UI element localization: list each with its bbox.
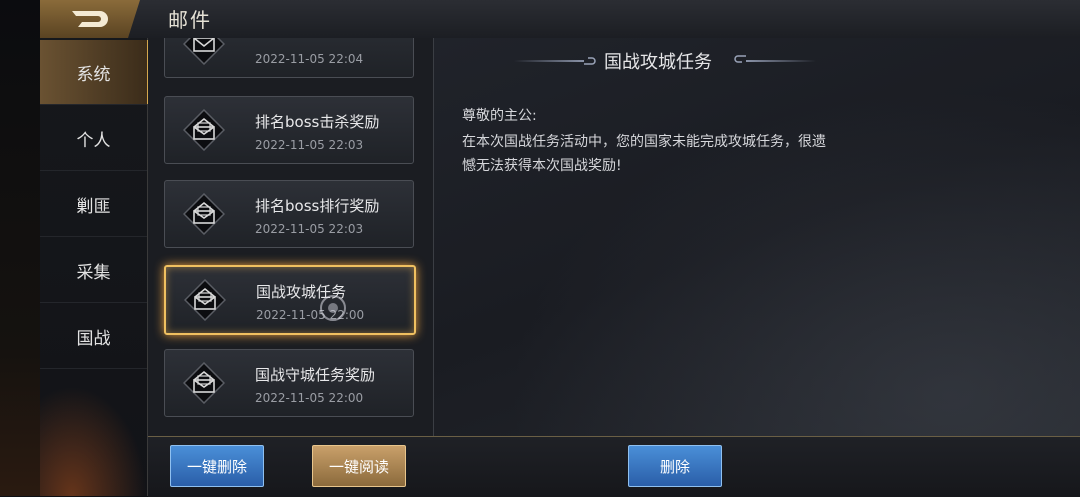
mail-date: 2022-11-05 22:03: [255, 138, 364, 152]
fire-glow-decoration: [40, 386, 147, 496]
sidebar-item-label: 系统: [76, 64, 111, 85]
mail-title: 排名boss击杀奖励: [255, 113, 380, 131]
mail-date: 2022-11-05 22:00: [255, 391, 364, 405]
mail-list[interactable]: 2022-11-05 22:04 排名boss击杀奖励 2022-11-05 2…: [148, 38, 434, 436]
sidebar-item-label: 采集: [76, 262, 111, 283]
envelope-icon: [183, 38, 225, 65]
cloud-scroll-icon: [584, 57, 596, 65]
mail-greeting: 尊敬的主公:: [462, 108, 537, 124]
open-envelope-icon: [183, 109, 225, 151]
mail-item[interactable]: 2022-11-05 22:04: [164, 38, 414, 78]
sidebar-item-gather[interactable]: 采集: [40, 238, 147, 303]
delete-button[interactable]: 删除: [628, 445, 722, 487]
mail-date: 2022-11-05 22:03: [255, 222, 364, 236]
sidebar-item-label: 国战: [76, 328, 111, 349]
title-divider-right: [746, 60, 816, 62]
page-title: 邮件: [168, 8, 212, 32]
delete-all-button[interactable]: 一键删除: [170, 445, 264, 487]
sidebar-item-nationwar[interactable]: 国战: [40, 304, 147, 369]
sidebar-item-personal[interactable]: 个人: [40, 106, 147, 171]
title-divider-left: [514, 60, 584, 62]
read-all-button[interactable]: 一键阅读: [312, 445, 406, 487]
sidebar-item-system[interactable]: 系统: [40, 40, 150, 105]
sidebar-item-bandits[interactable]: 剿匪: [40, 172, 147, 237]
open-envelope-icon: [184, 279, 226, 321]
back-button[interactable]: [40, 0, 140, 38]
left-edge-decoration: [0, 0, 40, 496]
mail-body-line: 憾无法获得本次国战奖励!: [462, 158, 622, 174]
mail-body-line: 在本次国战任务活动中，您的国家未能完成攻城任务，很遗: [462, 134, 826, 150]
mail-content-pane: 国战攻城任务 尊敬的主公: 在本次国战任务活动中，您的国家未能完成攻城任务，很遗…: [434, 38, 1080, 436]
mail-item[interactable]: 排名boss排行奖励 2022-11-05 22:03: [164, 180, 414, 248]
mail-item[interactable]: 排名boss击杀奖励 2022-11-05 22:03: [164, 96, 414, 164]
mail-title: 排名boss排行奖励: [255, 197, 380, 215]
mail-date: 2022-11-05 22:04: [255, 52, 364, 66]
action-bar: 一键删除 一键阅读 删除: [148, 436, 1080, 497]
mail-subject: 国战攻城任务: [604, 52, 712, 73]
touch-indicator-icon: [320, 295, 346, 321]
mail-subject-header: 国战攻城任务: [514, 46, 816, 74]
open-envelope-icon: [183, 193, 225, 235]
mail-item[interactable]: 国战守城任务奖励 2022-11-05 22:00: [164, 349, 414, 417]
sidebar-item-label: 个人: [76, 130, 111, 151]
sidebar-item-label: 剿匪: [76, 196, 111, 217]
mail-title: 国战守城任务奖励: [255, 366, 376, 384]
open-envelope-icon: [183, 362, 225, 404]
mail-item-selected[interactable]: 国战攻城任务 2022-11-05 22:00: [164, 265, 416, 335]
back-arrow-icon: [72, 11, 108, 27]
category-sidebar: 系统 个人 剿匪 采集 国战: [40, 38, 150, 496]
